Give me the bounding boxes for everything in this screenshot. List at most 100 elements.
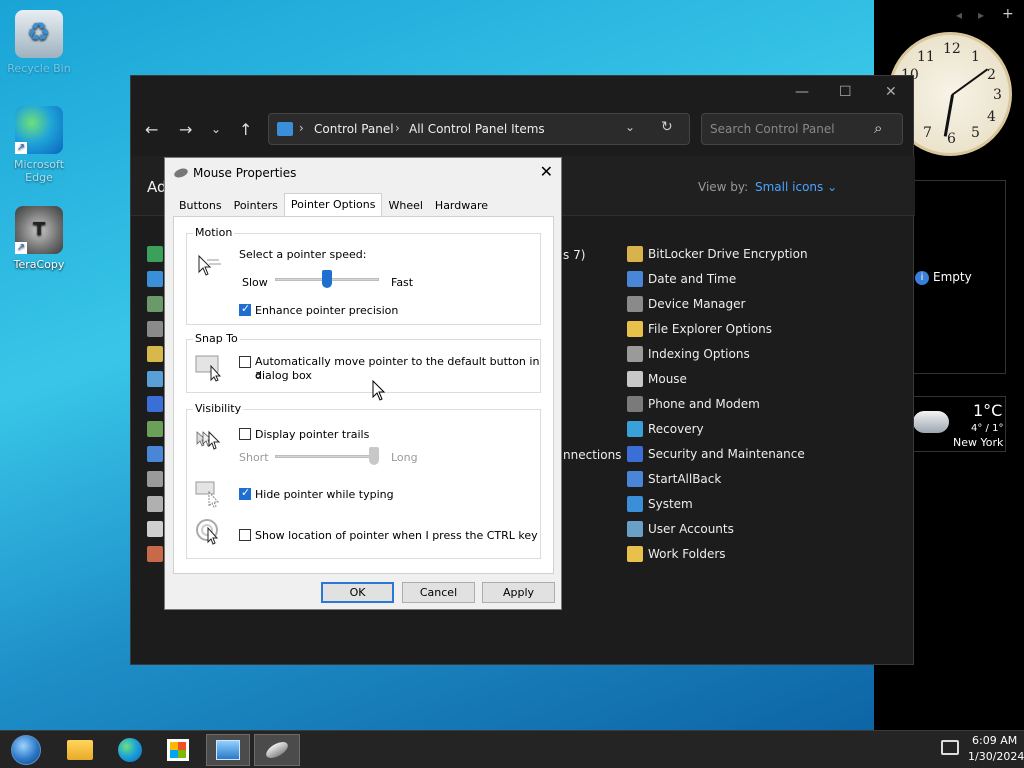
gadget-prev-icon[interactable]: ◂: [956, 8, 962, 22]
forward-icon[interactable]: →: [179, 120, 192, 139]
show-location-label[interactable]: Show location of pointer when I press th…: [255, 529, 538, 542]
show-location-checkbox[interactable]: [239, 529, 251, 541]
trails-slider-thumb[interactable]: [369, 447, 379, 465]
snap-to-checkbox[interactable]: [239, 356, 251, 368]
clock-number: 6: [947, 131, 956, 147]
hide-pointer-checkbox[interactable]: [239, 486, 251, 500]
view-by-label: View by:: [698, 180, 749, 194]
maximize-icon[interactable]: ☐: [839, 84, 852, 100]
breadcrumb-all-items[interactable]: All Control Panel Items: [409, 122, 545, 136]
cancel-button[interactable]: Cancel: [402, 582, 475, 603]
item-icon[interactable]: [147, 371, 163, 387]
taskbar-file-explorer[interactable]: [60, 734, 100, 766]
cp-item-date-and-time[interactable]: Date and Time: [627, 268, 736, 290]
item-icon[interactable]: [147, 521, 163, 537]
cp-item-mouse[interactable]: Mouse: [627, 368, 687, 390]
shortcut-arrow-icon: ↗: [15, 142, 27, 154]
action-center-icon[interactable]: [941, 740, 959, 755]
clock-number: 7: [923, 125, 932, 141]
tab-pointer-options[interactable]: Pointer Options: [283, 193, 383, 216]
refresh-icon[interactable]: ↻: [661, 119, 673, 135]
taskbar-mouse-properties[interactable]: [254, 734, 300, 766]
item-icon[interactable]: [147, 296, 163, 312]
recycle-gadget[interactable]: i Empty: [906, 180, 1006, 374]
cp-item-label: Recovery: [648, 422, 704, 436]
desktop-icon-recycle-bin[interactable]: Recycle Bin: [4, 10, 74, 75]
recent-chevron-icon[interactable]: ⌄: [211, 122, 221, 136]
gadget-add-icon[interactable]: +: [1002, 6, 1014, 22]
clock-number: 4: [987, 109, 996, 125]
cp-item-device-manager[interactable]: Device Manager: [627, 293, 745, 315]
address-dropdown-icon[interactable]: ⌄: [625, 120, 635, 134]
speed-slider-thumb[interactable]: [322, 270, 332, 288]
pointer-trails-checkbox[interactable]: [239, 428, 251, 440]
item-icon[interactable]: [147, 471, 163, 487]
apply-button[interactable]: Apply: [482, 582, 555, 603]
left-column-icons: [147, 246, 163, 571]
item-icon[interactable]: [147, 396, 163, 412]
item-icon[interactable]: [147, 421, 163, 437]
breadcrumb-control-panel[interactable]: Control Panel: [314, 122, 394, 136]
cp-item-label: User Accounts: [648, 522, 734, 536]
item-icon[interactable]: [147, 446, 163, 462]
cp-item-label: BitLocker Drive Encryption: [648, 247, 808, 261]
weather-temp: 1°C: [973, 401, 1003, 420]
partial-item-text[interactable]: nnections: [563, 448, 621, 462]
snap-to-label: Snap To: [193, 332, 240, 345]
cp-item-label: File Explorer Options: [648, 322, 772, 336]
item-icon[interactable]: [147, 246, 163, 262]
item-icon[interactable]: [147, 271, 163, 287]
control-panel-icon: [216, 740, 240, 760]
start-button[interactable]: [6, 734, 46, 766]
cp-item-indexing-options[interactable]: Indexing Options: [627, 343, 750, 365]
taskbar-time[interactable]: 6:09 AM: [972, 734, 1017, 747]
back-icon[interactable]: ←: [145, 120, 158, 139]
cp-item-bitlocker-drive-encryption[interactable]: BitLocker Drive Encryption: [627, 243, 808, 265]
tab-wheel[interactable]: Wheel: [382, 195, 428, 216]
search-input[interactable]: Search Control Panel: [710, 122, 835, 136]
item-icon[interactable]: [147, 546, 163, 562]
item-icon[interactable]: [147, 321, 163, 337]
view-by-dropdown[interactable]: Small icons ⌄: [755, 180, 837, 194]
item-icon[interactable]: [147, 346, 163, 362]
dialog-close-icon[interactable]: ✕: [540, 162, 553, 181]
tab-hardware[interactable]: Hardware: [429, 195, 494, 216]
cp-item-phone-and-modem[interactable]: Phone and Modem: [627, 393, 760, 415]
pointer-trails-label[interactable]: Display pointer trails: [255, 428, 369, 441]
cp-item-startallback[interactable]: StartAllBack: [627, 468, 721, 490]
search-box[interactable]: Search Control Panel ⌕: [701, 113, 903, 145]
cp-item-file-explorer-options[interactable]: File Explorer Options: [627, 318, 772, 340]
cp-item-system[interactable]: System: [627, 493, 693, 515]
ok-button[interactable]: OK: [321, 582, 394, 603]
address-bar[interactable]: › Control Panel › All Control Panel Item…: [268, 113, 690, 145]
desktop-icon-label: TeraCopy: [13, 258, 65, 271]
taskbar-date[interactable]: 1/30/2024: [968, 750, 1024, 763]
weather-gadget[interactable]: 1°C 4° / 1° New York: [906, 396, 1006, 452]
cp-item-security-and-maintenance[interactable]: Security and Maintenance: [627, 443, 805, 465]
hide-pointer-label[interactable]: Hide pointer while typing: [255, 488, 394, 501]
slow-label: Slow: [242, 276, 268, 289]
cp-item-recovery[interactable]: Recovery: [627, 418, 704, 440]
item-icon[interactable]: [147, 496, 163, 512]
cp-item-user-accounts[interactable]: User Accounts: [627, 518, 734, 540]
cp-item-work-folders[interactable]: Work Folders: [627, 543, 726, 565]
desktop-icon-edge[interactable]: ↗ Microsoft Edge: [4, 106, 74, 184]
taskbar-store[interactable]: [158, 734, 198, 766]
desktop-icon-teracopy[interactable]: ↗ TeraCopy: [4, 206, 74, 271]
tab-pointers[interactable]: Pointers: [228, 195, 284, 216]
taskbar-edge[interactable]: [110, 734, 150, 766]
gadget-next-icon[interactable]: ▸: [978, 8, 984, 22]
partial-item-text[interactable]: s 7): [563, 248, 585, 262]
up-icon[interactable]: ↑: [239, 120, 252, 139]
cp-item-label: Date and Time: [648, 272, 737, 286]
minimize-icon[interactable]: —: [795, 84, 809, 100]
mouse-icon: [263, 738, 291, 762]
taskbar-control-panel[interactable]: [206, 734, 250, 766]
taskbar: 6:09 AM 1/30/2024: [0, 730, 1024, 768]
trails-slider-track[interactable]: [275, 455, 379, 458]
enhance-precision-label[interactable]: Enhance pointer precision: [255, 304, 398, 317]
tab-buttons[interactable]: Buttons: [173, 195, 228, 216]
close-icon[interactable]: ✕: [885, 84, 897, 100]
snap-to-text-line2[interactable]: dialog box: [255, 369, 312, 382]
enhance-precision-checkbox[interactable]: [239, 302, 251, 316]
